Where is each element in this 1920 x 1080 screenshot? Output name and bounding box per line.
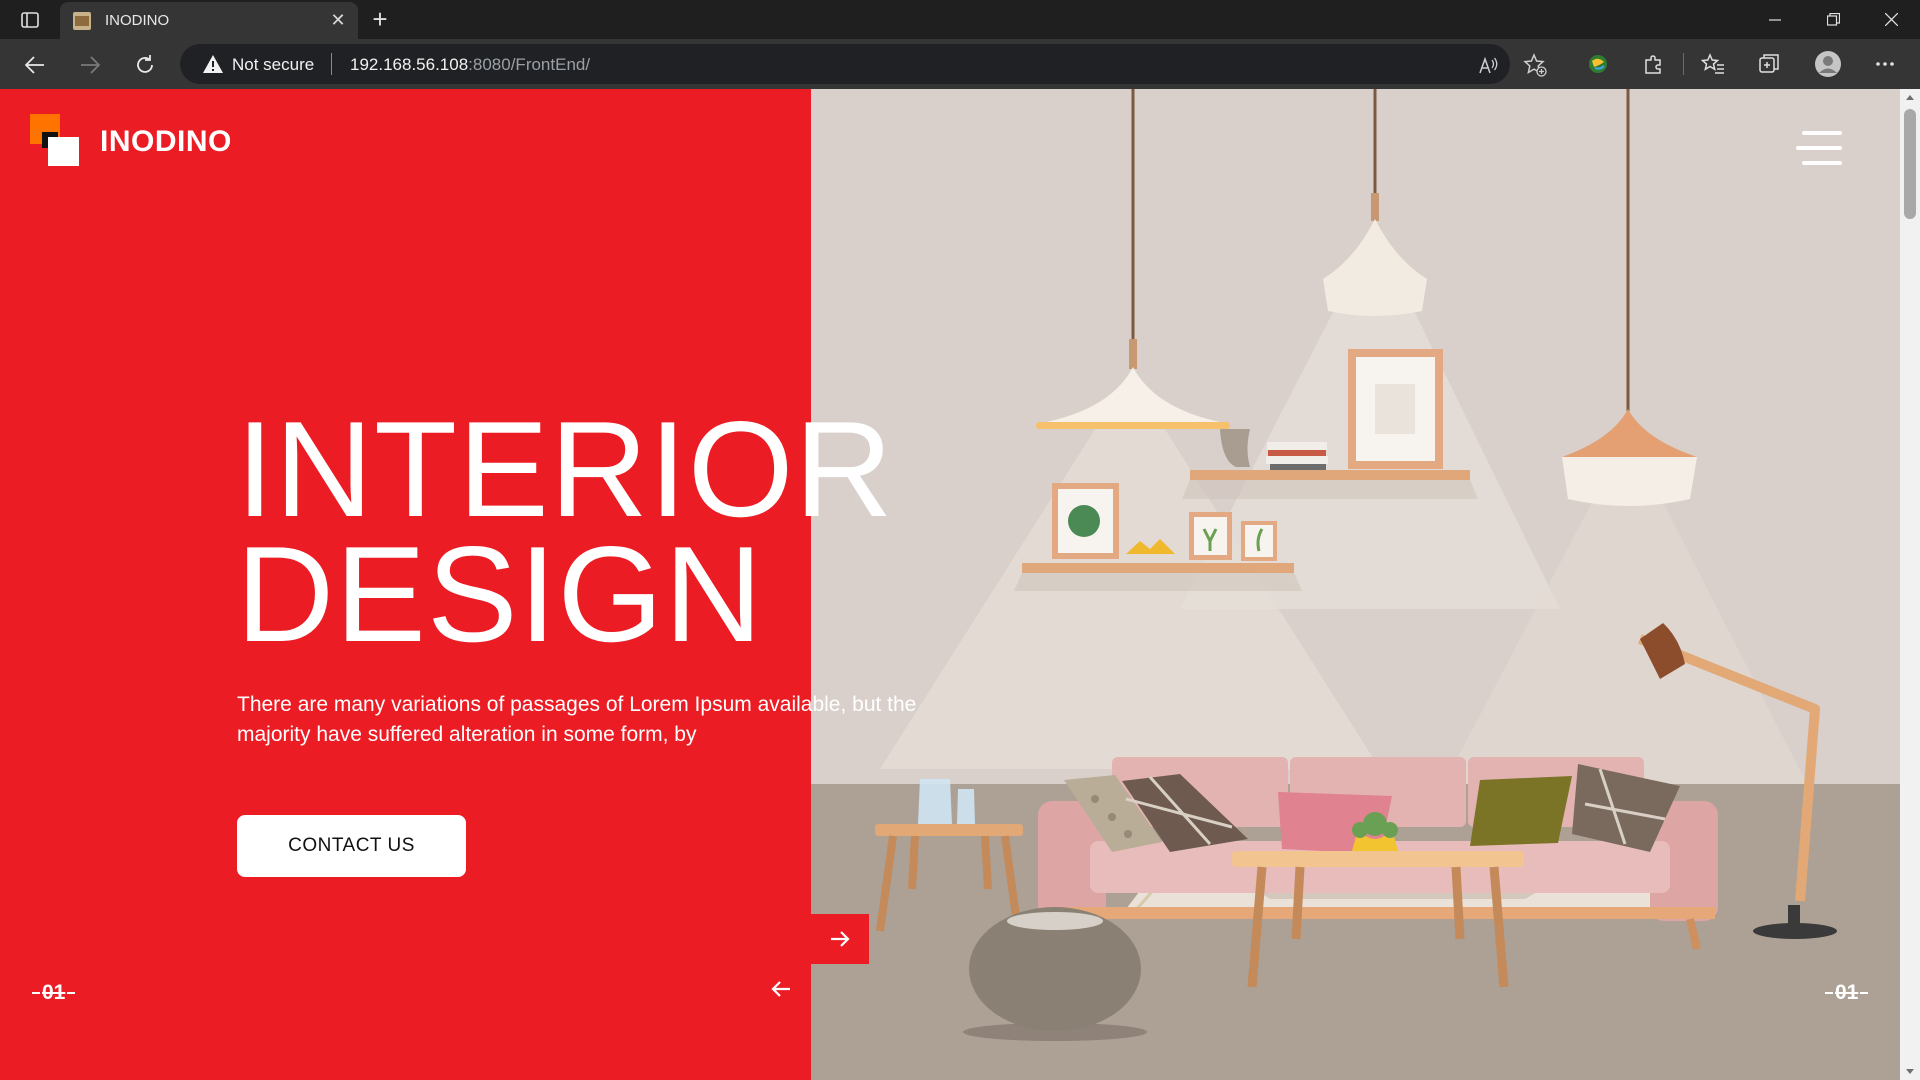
reload-button[interactable] <box>128 48 162 82</box>
url-host: 192.168.56.108 <box>350 55 469 74</box>
tab-actions-button[interactable] <box>14 8 46 32</box>
address-bar[interactable]: Not secure 192.168.56.108:8080/FrontEnd/ <box>180 44 1510 84</box>
avatar-icon <box>1815 51 1841 77</box>
menu-line-icon <box>1802 161 1842 165</box>
page-scrollbar[interactable] <box>1900 89 1920 1080</box>
favorites-icon <box>1701 53 1724 74</box>
warning-icon <box>203 55 223 73</box>
arrow-right-icon <box>81 56 100 74</box>
scrollbar-thumb[interactable] <box>1904 109 1916 219</box>
url-text[interactable]: 192.168.56.108:8080/FrontEnd/ <box>350 55 590 75</box>
extensions-button[interactable] <box>1638 48 1670 80</box>
star-add-icon <box>1523 53 1547 77</box>
reload-icon <box>137 55 153 73</box>
slider-next-button[interactable] <box>811 914 869 964</box>
contact-us-button[interactable]: CONTACT US <box>237 815 466 877</box>
arrow-left-icon <box>25 56 44 74</box>
slide-counter-left: 01 <box>30 981 77 1005</box>
slide-counter-right: 01 <box>1823 981 1870 1005</box>
extension-button[interactable] <box>1582 48 1614 80</box>
brand-name[interactable]: INODINO <box>100 125 232 159</box>
restore-icon <box>1826 13 1840 26</box>
scroll-down-icon[interactable] <box>1906 1069 1914 1074</box>
arrow-left-icon <box>770 981 790 997</box>
puzzle-icon <box>1645 55 1661 74</box>
menu-line-icon <box>1802 131 1842 135</box>
page-viewport: INODINO INTERIOR DESIGN There are many v… <box>0 89 1900 1080</box>
favorites-button[interactable] <box>1697 48 1729 80</box>
slide-counter-value: 01 <box>1835 981 1859 1004</box>
minimize-icon <box>1769 18 1781 21</box>
site-logo[interactable] <box>30 114 82 168</box>
toolbar-divider <box>1683 53 1684 75</box>
restore-button[interactable] <box>1804 0 1862 39</box>
hero-title: INTERIOR DESIGN <box>236 393 894 670</box>
tab-title: INODINO <box>105 12 170 29</box>
add-favorite-button[interactable] <box>1522 52 1548 78</box>
hero-description: There are many variations of passages of… <box>237 693 917 746</box>
living-room-illustration <box>811 89 1900 1080</box>
close-tab-icon[interactable]: ✕ <box>328 10 348 30</box>
site-favicon-icon <box>73 12 91 30</box>
forward-button[interactable] <box>73 48 107 82</box>
browser-toolbar: Not secure 192.168.56.108:8080/FrontEnd/ <box>0 39 1920 89</box>
divider <box>331 53 332 75</box>
profile-button[interactable] <box>1812 48 1844 80</box>
browser-tab[interactable]: INODINO ✕ <box>60 2 358 39</box>
scroll-up-icon[interactable] <box>1906 95 1914 100</box>
hamburger-menu-button[interactable] <box>1796 129 1842 169</box>
read-aloud-icon <box>1479 56 1498 74</box>
minimize-button[interactable] <box>1746 0 1804 39</box>
close-window-button[interactable] <box>1862 0 1920 39</box>
slide-counter-value: 01 <box>42 981 66 1004</box>
tab-actions-icon <box>21 12 39 28</box>
collections-button[interactable] <box>1753 48 1785 80</box>
extension-globe-icon <box>1589 55 1607 73</box>
security-status[interactable]: Not secure <box>232 55 314 75</box>
collections-icon <box>1759 54 1779 73</box>
slider-prev-button[interactable] <box>750 964 811 1014</box>
close-icon <box>1884 13 1898 26</box>
logo-mark-square <box>48 137 79 166</box>
settings-menu-button[interactable] <box>1869 48 1901 80</box>
menu-line-icon <box>1796 146 1842 150</box>
arrow-right-icon <box>831 931 850 947</box>
back-button[interactable] <box>18 48 52 82</box>
browser-titlebar: INODINO ✕ + <box>0 0 1920 39</box>
read-aloud-button[interactable] <box>1476 52 1502 78</box>
new-tab-button[interactable]: + <box>366 6 394 34</box>
url-path: :8080/FrontEnd/ <box>468 55 591 74</box>
more-dots-icon <box>1876 62 1894 66</box>
